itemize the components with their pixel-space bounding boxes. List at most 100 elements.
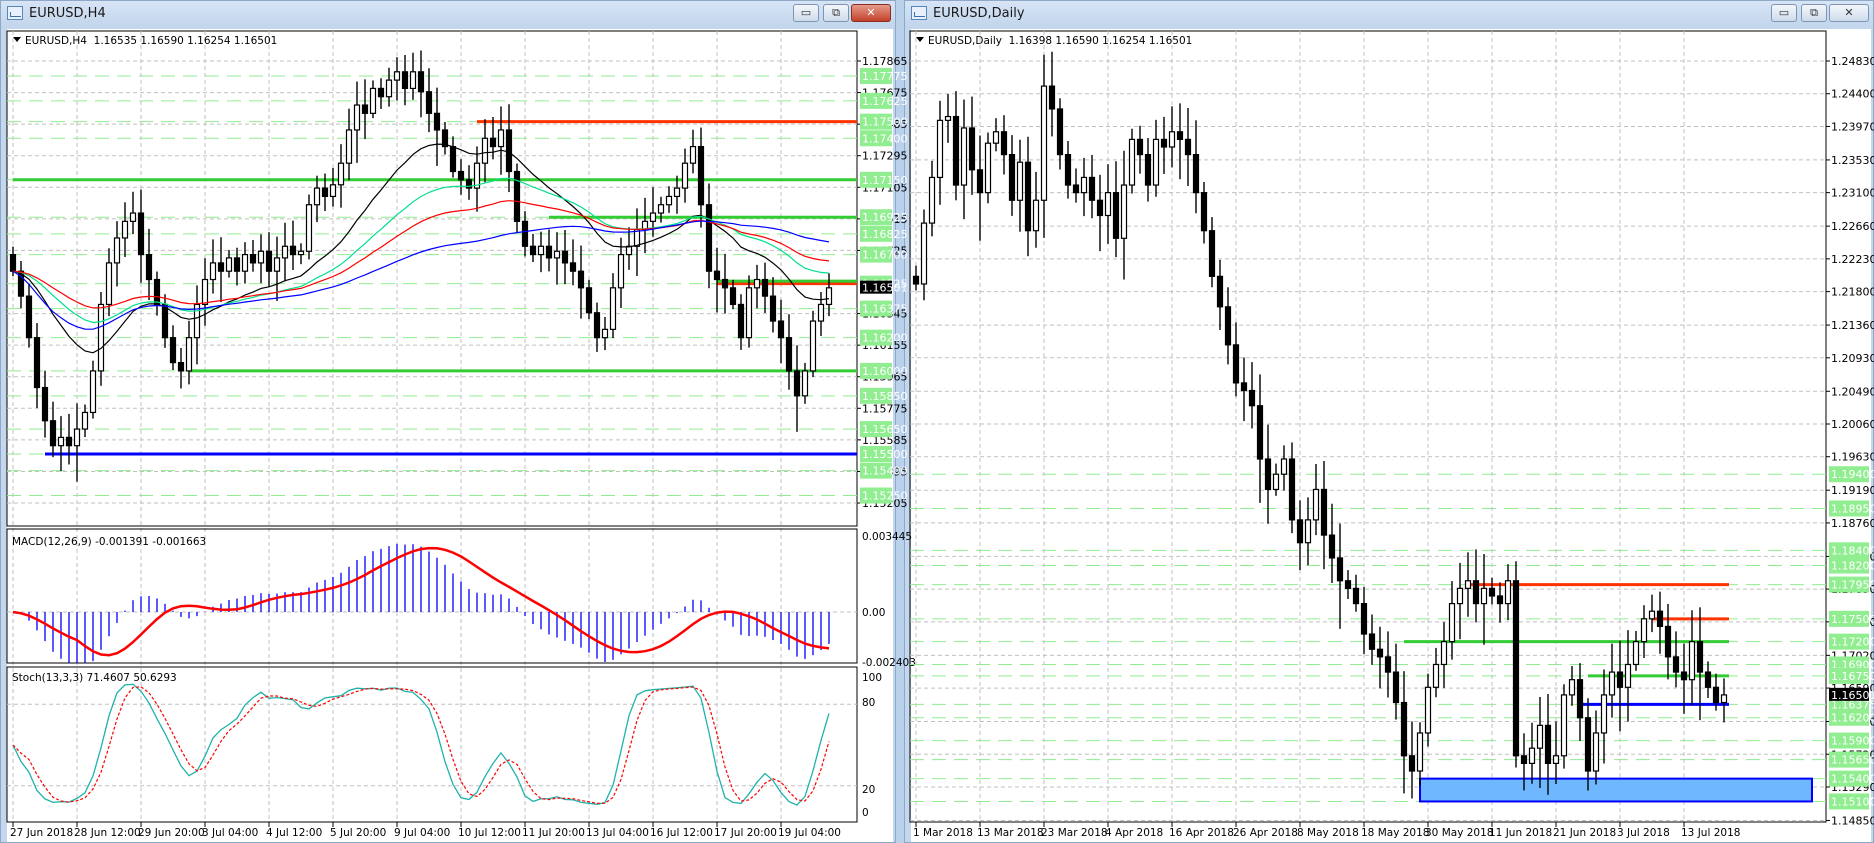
candle xyxy=(1472,549,1480,623)
candle xyxy=(745,275,753,348)
time-axis-label: 4 Jul 12:00 xyxy=(266,827,322,839)
candle xyxy=(609,273,617,339)
candle xyxy=(1480,554,1488,645)
candle xyxy=(57,416,65,472)
time-axis-label: 5 Jul 20:00 xyxy=(330,827,386,839)
time-axis-label: 3 Jul 2018 xyxy=(1617,827,1670,839)
time-axis-label: 30 May 2018 xyxy=(1425,827,1493,839)
candle xyxy=(257,234,265,284)
chart-ohlc-header: EURUSD,Daily 1.16398 1.16590 1.16254 1.1… xyxy=(928,35,1192,47)
stoch-label: Stoch(13,3,3) 71.4607 50.6293 xyxy=(12,672,177,684)
candle xyxy=(1232,322,1240,397)
price-axis-label: 1.18760 xyxy=(1831,517,1874,530)
candle xyxy=(81,404,89,438)
chart-menu-arrow-icon[interactable] xyxy=(916,37,924,42)
candle xyxy=(1536,696,1544,788)
candle xyxy=(673,175,681,214)
candle xyxy=(1320,461,1328,570)
grid xyxy=(910,60,1826,821)
time-axis-label: 26 Apr 2018 xyxy=(1233,827,1298,839)
candle xyxy=(329,167,337,207)
candle xyxy=(1168,106,1176,168)
time-axis-label: 18 May 2018 xyxy=(1361,827,1429,839)
price-axis-label: 1.22230 xyxy=(1831,253,1874,266)
candle xyxy=(265,232,273,287)
candle xyxy=(313,175,321,223)
candle xyxy=(25,283,33,348)
candle xyxy=(1248,362,1256,429)
candle xyxy=(353,81,361,163)
candle xyxy=(1048,51,1056,137)
candle xyxy=(1008,135,1016,216)
candle xyxy=(697,127,705,228)
candle xyxy=(241,242,249,284)
candle xyxy=(825,273,833,317)
candle xyxy=(817,292,825,336)
candle xyxy=(297,243,305,265)
candle xyxy=(457,159,465,195)
candle xyxy=(489,116,497,160)
candle xyxy=(976,135,984,241)
candlesticks xyxy=(912,51,1728,799)
time-axis-label: 16 Apr 2018 xyxy=(1169,827,1234,839)
candle xyxy=(1624,630,1632,722)
candle xyxy=(1584,698,1592,791)
level-price-label: 1.15400 xyxy=(862,465,908,478)
candle xyxy=(1016,139,1024,232)
candle xyxy=(593,302,601,352)
candle xyxy=(345,108,353,181)
candlesticks xyxy=(9,50,833,482)
macd-axis-label: 0.00 xyxy=(862,607,885,619)
level-price-label: 1.17950 xyxy=(1831,579,1874,592)
candle xyxy=(681,148,689,203)
time-axis-label: 19 Jul 04:00 xyxy=(778,827,841,839)
level-price-label: 1.15250 xyxy=(862,490,908,503)
level-price-label: 1.16000 xyxy=(862,365,908,378)
stoch-main-line xyxy=(12,683,830,806)
candle xyxy=(361,79,369,140)
price-axis-label: 1.23100 xyxy=(1831,187,1874,200)
candle xyxy=(1344,570,1352,600)
level-price-label: 1.17400 xyxy=(862,132,908,145)
candle xyxy=(1184,108,1192,186)
level-price-label: 1.15500 xyxy=(862,448,908,461)
candle xyxy=(1040,54,1048,238)
candle xyxy=(561,229,569,285)
level-price-label: 1.16750 xyxy=(1831,670,1874,683)
level-price-label: 1.15100 xyxy=(1831,795,1874,808)
candle xyxy=(185,320,193,385)
candle xyxy=(1256,374,1264,503)
candle xyxy=(1720,678,1728,723)
time-axis-label: 9 Jul 04:00 xyxy=(394,827,450,839)
chart-ohlc-header: EURUSD,H4 1.16535 1.16590 1.16254 1.1650… xyxy=(25,35,277,47)
level-price-label: 1.16825 xyxy=(862,228,908,241)
candle xyxy=(1096,174,1104,252)
candle xyxy=(1336,523,1344,629)
price-axis-label: 1.19190 xyxy=(1831,484,1874,497)
price-charts[interactable]: 1.178651.176751.174851.172951.171051.169… xyxy=(0,0,1874,843)
candle xyxy=(1240,357,1248,422)
candle xyxy=(369,80,377,119)
level-price-label: 1.16375 xyxy=(862,303,908,316)
candle xyxy=(529,233,537,263)
candle xyxy=(1024,136,1032,257)
candle xyxy=(193,285,201,365)
candle xyxy=(481,119,489,183)
candle xyxy=(425,68,433,133)
candle xyxy=(465,165,473,200)
candle xyxy=(145,228,153,301)
candle xyxy=(1216,259,1224,331)
current-price-label: 1.16501 xyxy=(862,282,908,295)
candle xyxy=(928,160,936,237)
candle xyxy=(433,87,441,166)
candle xyxy=(1152,119,1160,197)
candle xyxy=(377,78,385,109)
support-zone[interactable] xyxy=(1419,777,1813,803)
level-price-label: 1.17500 xyxy=(1831,613,1874,626)
level-price-label: 1.19400 xyxy=(1831,468,1874,481)
chart-menu-arrow-icon[interactable] xyxy=(13,37,21,42)
candle xyxy=(761,262,769,313)
candle xyxy=(1552,721,1560,785)
level-price-label: 1.16200 xyxy=(862,332,908,345)
candle xyxy=(289,220,297,271)
